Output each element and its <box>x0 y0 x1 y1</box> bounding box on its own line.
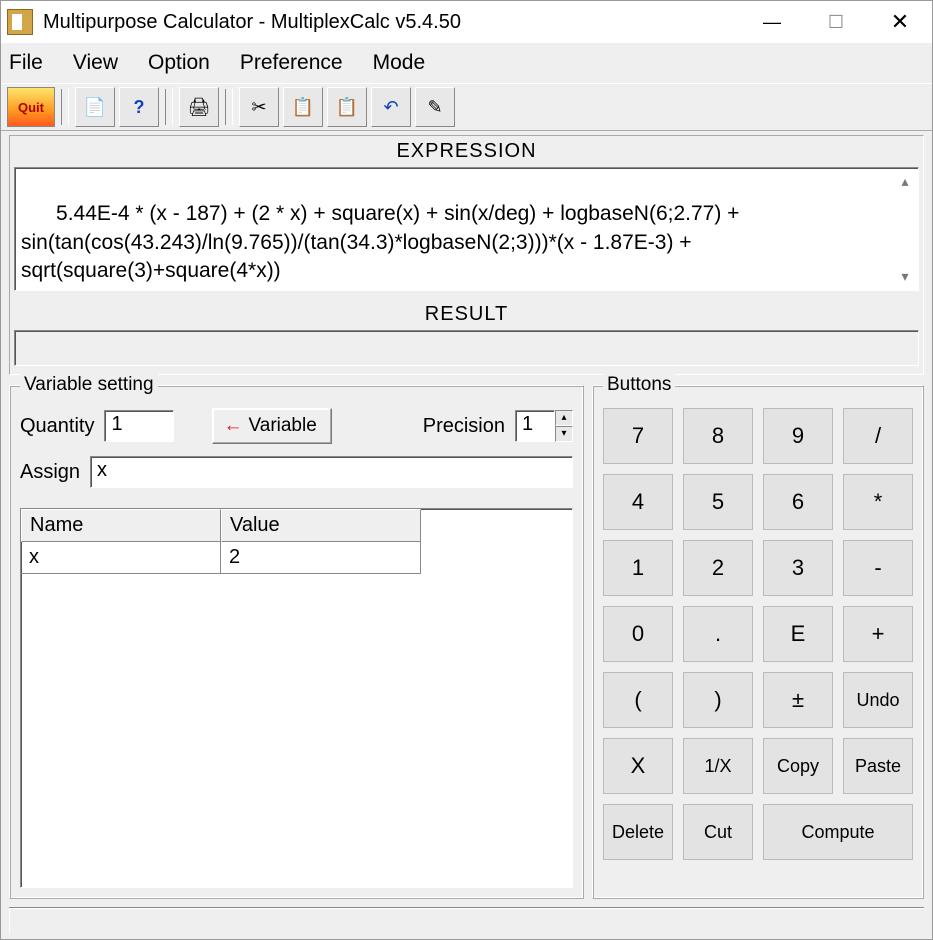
statusbar <box>9 907 924 933</box>
table-header: Name Value <box>21 509 572 542</box>
lower-area: Variable setting Quantity 1 ← Variable P… <box>1 377 932 907</box>
copy-icon[interactable]: 📋 <box>283 87 323 127</box>
cut-icon[interactable]: ✂ <box>239 87 279 127</box>
key-9[interactable]: 9 <box>763 408 833 464</box>
minimize-button[interactable]: — <box>740 1 804 43</box>
key-multiply[interactable]: * <box>843 474 913 530</box>
cell-value[interactable]: 2 <box>221 542 421 574</box>
cell-name[interactable]: x <box>21 542 221 574</box>
key-3[interactable]: 3 <box>763 540 833 596</box>
maximize-button[interactable]: ☐ <box>804 1 868 43</box>
key-undo[interactable]: Undo <box>843 672 913 728</box>
toolbar-separator <box>165 89 173 125</box>
expression-input[interactable]: 5.44E-4 * (x - 187) + (2 * x) + square(x… <box>14 167 919 291</box>
quantity-label: Quantity <box>20 415 94 438</box>
menu-file[interactable]: File <box>9 51 43 75</box>
key-rparen[interactable]: ) <box>683 672 753 728</box>
quantity-input[interactable]: 1 <box>104 410 174 442</box>
clear-icon[interactable]: ✎ <box>415 87 455 127</box>
key-2[interactable]: 2 <box>683 540 753 596</box>
key-x[interactable]: X <box>603 738 673 794</box>
result-output <box>14 330 919 366</box>
menu-option[interactable]: Option <box>148 51 210 75</box>
variable-legend: Variable setting <box>20 374 158 396</box>
key-e[interactable]: E <box>763 606 833 662</box>
keypad: 7 8 9 / 4 5 6 * 1 2 3 - 0 . E + ( ) ± Un… <box>603 408 913 860</box>
arrow-left-icon: ← <box>223 415 242 437</box>
key-plusminus[interactable]: ± <box>763 672 833 728</box>
menu-view[interactable]: View <box>73 51 118 75</box>
key-0[interactable]: 0 <box>603 606 673 662</box>
menu-preference[interactable]: Preference <box>240 51 343 75</box>
key-8[interactable]: 8 <box>683 408 753 464</box>
precision-down-icon[interactable]: ▾ <box>555 426 573 442</box>
key-cut[interactable]: Cut <box>683 804 753 860</box>
key-reciprocal[interactable]: 1/X <box>683 738 753 794</box>
app-icon <box>7 9 33 35</box>
key-lparen[interactable]: ( <box>603 672 673 728</box>
key-dot[interactable]: . <box>683 606 753 662</box>
expression-text: 5.44E-4 * (x - 187) + (2 * x) + square(x… <box>21 202 745 282</box>
variable-group: Variable setting Quantity 1 ← Variable P… <box>9 385 584 899</box>
key-copy[interactable]: Copy <box>763 738 833 794</box>
key-delete[interactable]: Delete <box>603 804 673 860</box>
precision-spinner[interactable]: 1 ▴ ▾ <box>515 410 573 442</box>
table-row[interactable]: x 2 <box>21 542 572 574</box>
key-compute[interactable]: Compute <box>763 804 913 860</box>
paste-icon[interactable]: 📋 <box>327 87 367 127</box>
precision-up-icon[interactable]: ▴ <box>555 410 573 426</box>
menu-mode[interactable]: Mode <box>373 51 426 75</box>
key-divide[interactable]: / <box>843 408 913 464</box>
menubar: File View Option Preference Mode <box>1 43 932 83</box>
help-icon[interactable]: ? <box>119 87 159 127</box>
undo-icon[interactable]: ↶ <box>371 87 411 127</box>
quit-button[interactable]: Quit <box>7 87 55 127</box>
toolbar: Quit 📄 ? 🖨 ✂ 📋 📋 ↶ ✎ <box>1 83 932 131</box>
variable-button[interactable]: ← Variable <box>212 408 331 444</box>
expression-panel: EXPRESSION 5.44E-4 * (x - 187) + (2 * x)… <box>9 135 924 375</box>
variable-button-label: Variable <box>248 415 316 437</box>
close-button[interactable]: ✕ <box>868 1 932 43</box>
key-4[interactable]: 4 <box>603 474 673 530</box>
key-7[interactable]: 7 <box>603 408 673 464</box>
result-heading: RESULT <box>14 301 919 330</box>
key-1[interactable]: 1 <box>603 540 673 596</box>
expression-heading: EXPRESSION <box>14 138 919 167</box>
window-title: Multipurpose Calculator - MultiplexCalc … <box>43 11 740 34</box>
scroll-down-icon[interactable]: ▾ <box>901 267 908 286</box>
toolbar-separator <box>61 89 69 125</box>
app-window: Multipurpose Calculator - MultiplexCalc … <box>0 0 933 940</box>
key-paste[interactable]: Paste <box>843 738 913 794</box>
buttons-group: Buttons 7 8 9 / 4 5 6 * 1 2 3 - 0 . E + … <box>592 385 924 899</box>
key-plus[interactable]: + <box>843 606 913 662</box>
key-5[interactable]: 5 <box>683 474 753 530</box>
buttons-legend: Buttons <box>603 374 675 396</box>
key-6[interactable]: 6 <box>763 474 833 530</box>
assign-label: Assign <box>20 461 80 484</box>
key-minus[interactable]: - <box>843 540 913 596</box>
titlebar: Multipurpose Calculator - MultiplexCalc … <box>1 1 932 43</box>
open-icon[interactable]: 📄 <box>75 87 115 127</box>
precision-input[interactable]: 1 <box>515 410 555 442</box>
assign-input[interactable]: x <box>90 456 573 488</box>
toolbar-separator <box>225 89 233 125</box>
expression-scrollbar[interactable]: ▴ ▾ <box>892 168 918 290</box>
col-value-header[interactable]: Value <box>221 509 421 542</box>
scroll-up-icon[interactable]: ▴ <box>901 172 908 191</box>
col-name-header[interactable]: Name <box>21 509 221 542</box>
precision-label: Precision <box>423 415 505 438</box>
print-icon[interactable]: 🖨 <box>179 87 219 127</box>
variable-table[interactable]: Name Value x 2 <box>20 508 573 888</box>
window-controls: — ☐ ✕ <box>740 1 932 43</box>
